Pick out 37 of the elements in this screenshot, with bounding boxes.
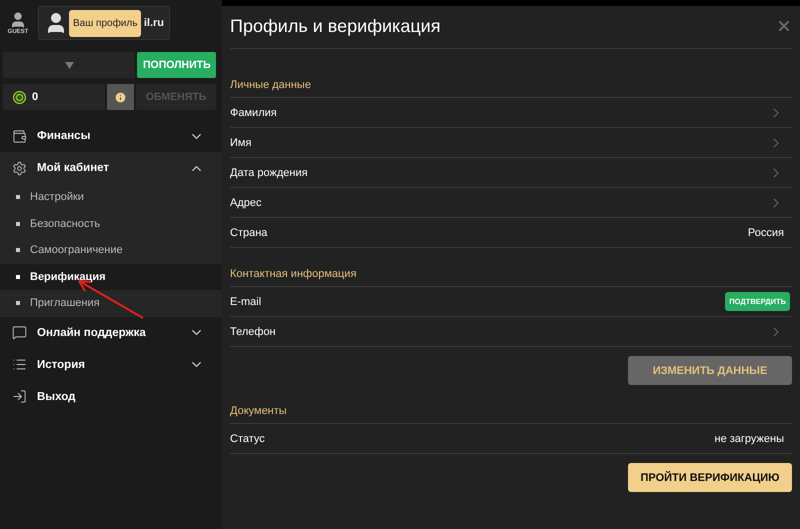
data-row: Статус не загружены [230,424,792,454]
menu-item[interactable]: История [0,348,222,380]
submenu-item[interactable]: Самоограничение [0,237,222,264]
data-row: Страна Россия [230,218,792,248]
info-icon [114,90,127,104]
section-title: Личные данные [230,79,311,91]
data-row[interactable]: Адрес [230,188,792,218]
menu-item[interactable]: Мой кабинет [0,152,222,184]
data-row[interactable]: Дата рождения [230,158,792,188]
submenu-item[interactable]: Безопасность [0,210,222,237]
close-icon[interactable] [776,18,792,34]
settings-icon [12,160,27,176]
row-value: не загружены [714,432,784,444]
verify-button[interactable]: ПРОЙТИ ВЕРИФИКАЦИЮ [628,463,792,492]
data-row[interactable]: Телефон [230,317,792,347]
profile-tooltip: Ваш профиль [69,10,142,37]
points-coin-icon [13,90,26,104]
guest-icon [9,11,27,29]
submenu-item[interactable]: Верификация [0,264,222,290]
data-row[interactable]: Фамилия [230,98,792,128]
profile-email[interactable]: il.ru [144,17,164,29]
data-row[interactable]: Имя [230,128,792,158]
section-title: Контактная информация [230,268,356,280]
submenu-item[interactable]: Настройки [0,184,222,210]
exit-icon [12,389,27,404]
row-value: Россия [748,226,784,238]
wallet-icon [12,128,27,144]
menu-item[interactable]: Финансы [0,120,222,152]
submenu-item[interactable]: Приглашения [0,290,222,316]
menu-item[interactable]: Онлайн поддержка [0,316,222,348]
panel-title: Профиль и верификация [230,16,440,36]
section-title: Документы [230,405,287,417]
points-count: 0 [32,91,38,103]
menu-item[interactable]: Выход [0,380,222,412]
info-button[interactable] [107,84,134,110]
dropdown-caret-icon [64,62,74,68]
chat-icon [12,325,27,340]
